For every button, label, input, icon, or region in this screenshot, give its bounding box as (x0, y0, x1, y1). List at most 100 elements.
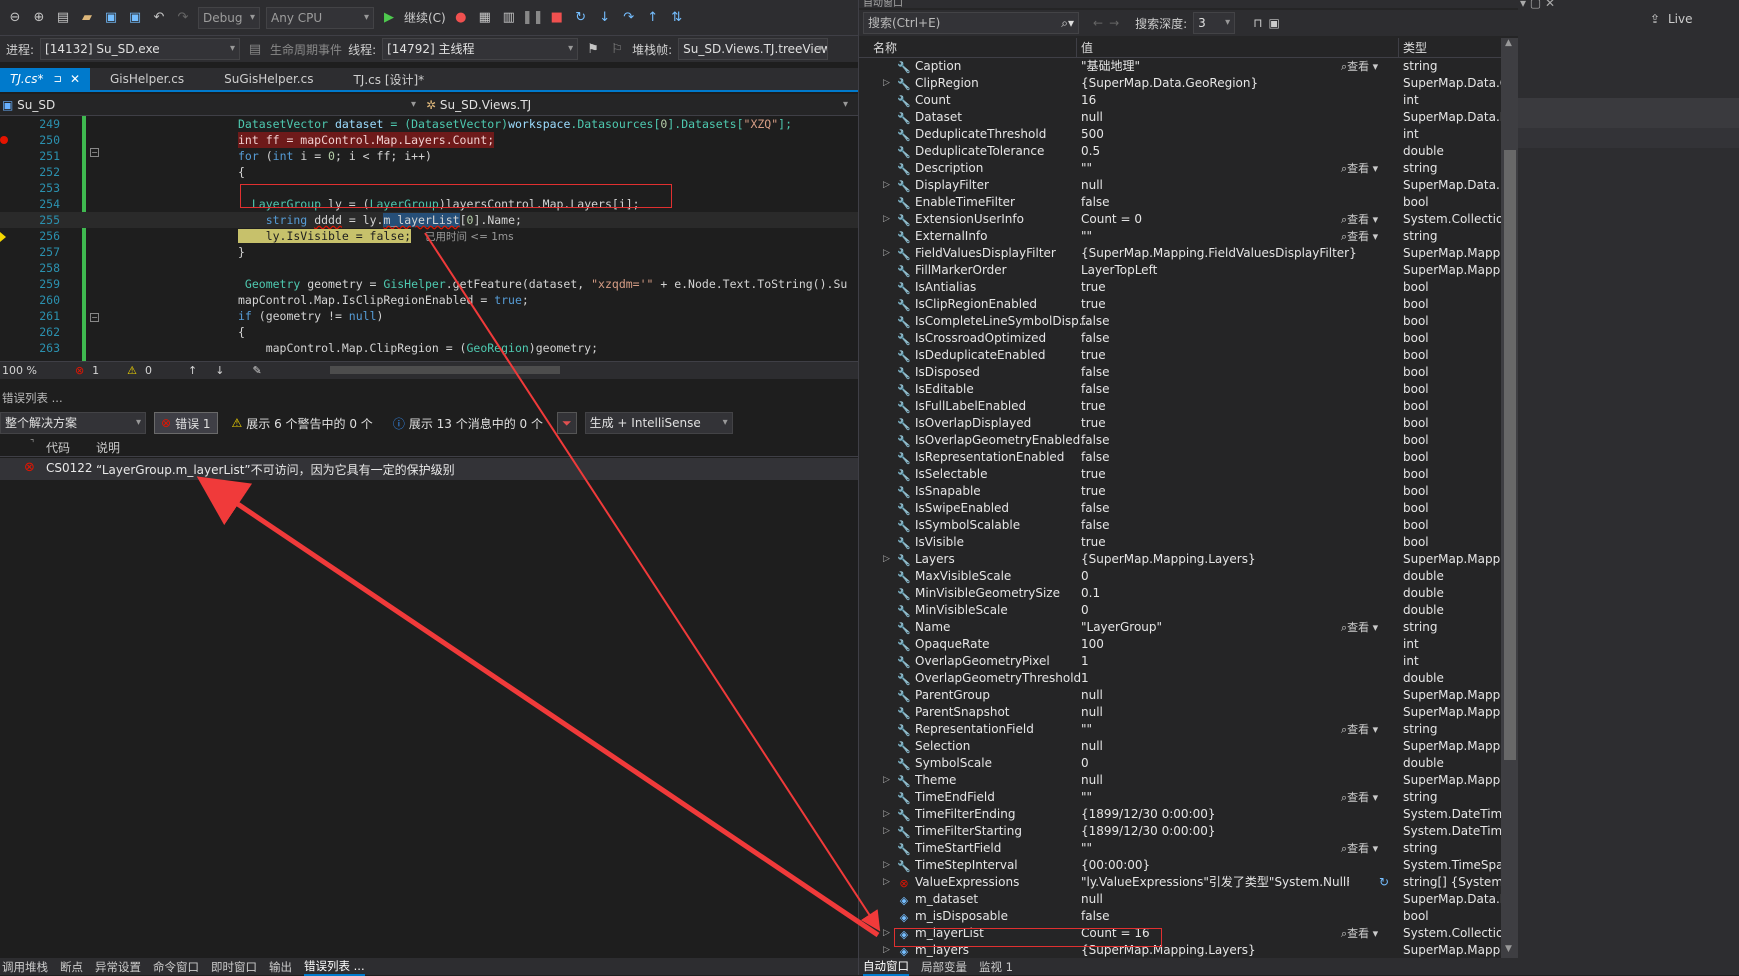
autos-row[interactable]: ▷ ⊗ ValueExpressions "ly.ValueExpressions"引… (859, 874, 1501, 891)
new-project-icon[interactable]: ▤ (54, 9, 72, 27)
expand-icon[interactable]: ▷ (883, 857, 893, 874)
row-value[interactable]: "基础地理" (1077, 58, 1375, 75)
row-value[interactable]: "ly.ValueExpressions"引发了类型"System.NullRe… (1077, 874, 1349, 891)
row-value[interactable]: false (1077, 908, 1375, 925)
autos-row[interactable]: 🔧 Name "LayerGroup" ⌕查看 ▾ string (859, 619, 1501, 636)
autos-row[interactable]: 🔧 OverlapGeometryPixel 1 int (859, 653, 1501, 670)
autos-row[interactable]: 🔧 MaxVisibleScale 0 double (859, 568, 1501, 585)
row-value[interactable]: false (1077, 330, 1375, 347)
filter-button[interactable]: ⏷ (557, 412, 577, 434)
row-value[interactable]: 1 (1077, 653, 1375, 670)
autos-row[interactable]: 🔧 IsCompleteLineSymbolDisp... false bool (859, 313, 1501, 330)
view-button[interactable]: ⌕查看 ▾ (1341, 228, 1403, 245)
error-row[interactable]: ⊗ CS0122 “LayerGroup.m_layerList”不可访问，因为… (0, 458, 858, 480)
autos-row[interactable]: 🔧 RepresentationField "" ⌕查看 ▾ string (859, 721, 1501, 738)
autos-row[interactable]: 🔧ParentGroupnullSuperMap.Mappi... (859, 687, 1501, 704)
autos-row[interactable]: ▷ 🔧 Layers {SuperMap.Mapping.Layers} SuperMa… (859, 551, 1501, 568)
live-share-icon[interactable]: ⇪ (1650, 12, 1660, 26)
row-value[interactable]: true (1077, 483, 1375, 500)
column-code[interactable]: 代码 (46, 439, 70, 456)
hot-reload-icon[interactable]: ● (452, 9, 470, 27)
expand-icon[interactable]: ▷ (883, 942, 893, 958)
close-icon[interactable]: ✕ (70, 72, 80, 86)
row-value[interactable]: null (1077, 109, 1375, 126)
row-value[interactable]: true (1077, 296, 1375, 313)
scroll-up-icon[interactable]: ▲ (1505, 38, 1512, 48)
expand-icon[interactable]: ▷ (883, 177, 893, 194)
row-value[interactable]: 500 (1077, 126, 1375, 143)
autos-row[interactable]: 🔧 IsDisposed false bool (859, 364, 1501, 381)
autos-row[interactable]: 🔧 IsFullLabelEnabled true bool (859, 398, 1501, 415)
expand-icon[interactable]: ▷ (883, 245, 893, 262)
undo-icon[interactable]: ↶ (150, 9, 168, 27)
forward-nav-icon[interactable]: ⊕ (30, 9, 48, 27)
type-combo[interactable]: ✲ Su_SD.Views.TJ (420, 94, 852, 115)
tab-output[interactable]: 输出 (269, 959, 292, 975)
column-name[interactable]: 名称 (859, 38, 1077, 58)
row-value[interactable]: {SuperMap.Mapping.FieldValuesDisplayFilt… (1077, 245, 1375, 262)
step-out-icon[interactable]: ↑ (644, 9, 662, 27)
tab-tj-design[interactable]: TJ.cs [设计]* (343, 68, 434, 90)
row-value[interactable]: {00:00:00} (1077, 857, 1375, 874)
browser-icon[interactable]: ▦ (476, 9, 494, 27)
autos-row[interactable]: 🔧 MinVisibleScale 0 double (859, 602, 1501, 619)
autos-row[interactable]: 🔧 IsEditable false bool (859, 381, 1501, 398)
autos-row[interactable]: ▷ 🔧 ClipRegion {SuperMap.Data.GeoRegion} Sup… (859, 75, 1501, 92)
continue-icon[interactable]: ▶ (380, 9, 398, 27)
autos-row[interactable]: ▷ 🔧 FieldValuesDisplayFilter {SuperMap.Mapp… (859, 245, 1501, 262)
pin-icon[interactable]: ⊐ (54, 74, 62, 85)
tab-tj-cs[interactable]: TJ.cs* ⊐ ✕ (0, 68, 90, 90)
flag-icon[interactable]: ⚑ (584, 40, 602, 58)
row-value[interactable]: {SuperMap.Data.GeoRegion} (1077, 75, 1375, 92)
autos-row[interactable]: 🔧 EnableTimeFilter false bool (859, 194, 1501, 211)
zoom-level[interactable]: 100 % (2, 364, 37, 377)
live-share-label[interactable]: Live (1668, 12, 1693, 26)
tab-gishelper[interactable]: GisHelper.cs (100, 68, 194, 90)
row-value[interactable]: "" (1077, 840, 1375, 857)
tab-autos[interactable]: 自动窗口 (863, 958, 909, 976)
row-value[interactable]: null (1077, 891, 1375, 908)
tab-exception-settings[interactable]: 异常设置 (95, 959, 141, 975)
flag-threads-icon[interactable]: ⚐ (608, 40, 626, 58)
code-editor[interactable]: − − 💡 249DatasetVector dataset = (Datase… (0, 116, 858, 361)
config-combo[interactable]: Debug (198, 6, 260, 29)
row-value[interactable]: "" (1077, 160, 1375, 177)
stop-icon[interactable]: ■ (548, 9, 566, 27)
autos-row[interactable]: 🔧 IsAntialias true bool (859, 279, 1501, 296)
row-value[interactable]: 0.5 (1077, 143, 1375, 160)
open-folder-icon[interactable]: ▰ (78, 9, 96, 27)
autos-row[interactable]: 🔧 SymbolScale 0 double (859, 755, 1501, 772)
row-value[interactable]: true (1077, 466, 1375, 483)
row-value[interactable]: false (1077, 364, 1375, 381)
back-nav-icon[interactable]: ⊖ (6, 9, 24, 27)
row-value[interactable]: 0 (1077, 602, 1375, 619)
expand-icon[interactable]: ▷ (883, 823, 893, 840)
warnings-filter-button[interactable]: ⚠ 展示 6 个警告中的 0 个 (226, 412, 379, 434)
autos-row[interactable]: ▷ 🔧 TimeStepInterval {00:00:00} System.TimeS… (859, 857, 1501, 874)
row-value[interactable]: null (1077, 687, 1375, 704)
row-value[interactable]: 0.1 (1077, 585, 1375, 602)
autos-row[interactable]: 🔧 IsClipRegionEnabled true bool (859, 296, 1501, 313)
hex-display-icon[interactable]: ▣ (1269, 16, 1280, 30)
tab-error-list[interactable]: 错误列表 ... (304, 958, 365, 976)
row-value[interactable]: true (1077, 347, 1375, 364)
platform-combo[interactable]: Any CPU (266, 6, 374, 29)
view-button[interactable]: ⌕查看 ▾ (1341, 58, 1403, 75)
column-value[interactable]: 值 (1077, 38, 1399, 58)
autos-row[interactable]: 🔧 TimeEndField "" ⌕查看 ▾ string (859, 789, 1501, 806)
project-combo[interactable]: ▣ Su_SD (0, 94, 420, 115)
warning-count-icon[interactable]: ⚠ (127, 364, 137, 377)
scrollbar-thumb[interactable] (1504, 150, 1516, 760)
lifecycle-icon[interactable]: ▤ (246, 40, 264, 58)
view-button[interactable]: ⌕查看 ▾ (1341, 160, 1403, 177)
errors-filter-button[interactable]: ⊗ 错误 1 (154, 412, 218, 434)
search-forward-icon[interactable]: → (1109, 16, 1119, 30)
view-button[interactable]: ⌕查看 ▾ (1341, 721, 1403, 738)
horizontal-scrollbar[interactable] (330, 366, 560, 374)
row-value[interactable]: false (1077, 381, 1375, 398)
row-value[interactable]: {1899/12/30 0:00:00} (1077, 806, 1375, 823)
autos-row[interactable]: ▷ 🔧 ExtensionUserInfo Count = 0 ⌕查看 ▾ System.… (859, 211, 1501, 228)
row-value[interactable]: LayerTopLeft (1077, 262, 1375, 279)
row-value[interactable]: true (1077, 534, 1375, 551)
view-button[interactable]: ⌕查看 ▾ (1341, 211, 1403, 228)
